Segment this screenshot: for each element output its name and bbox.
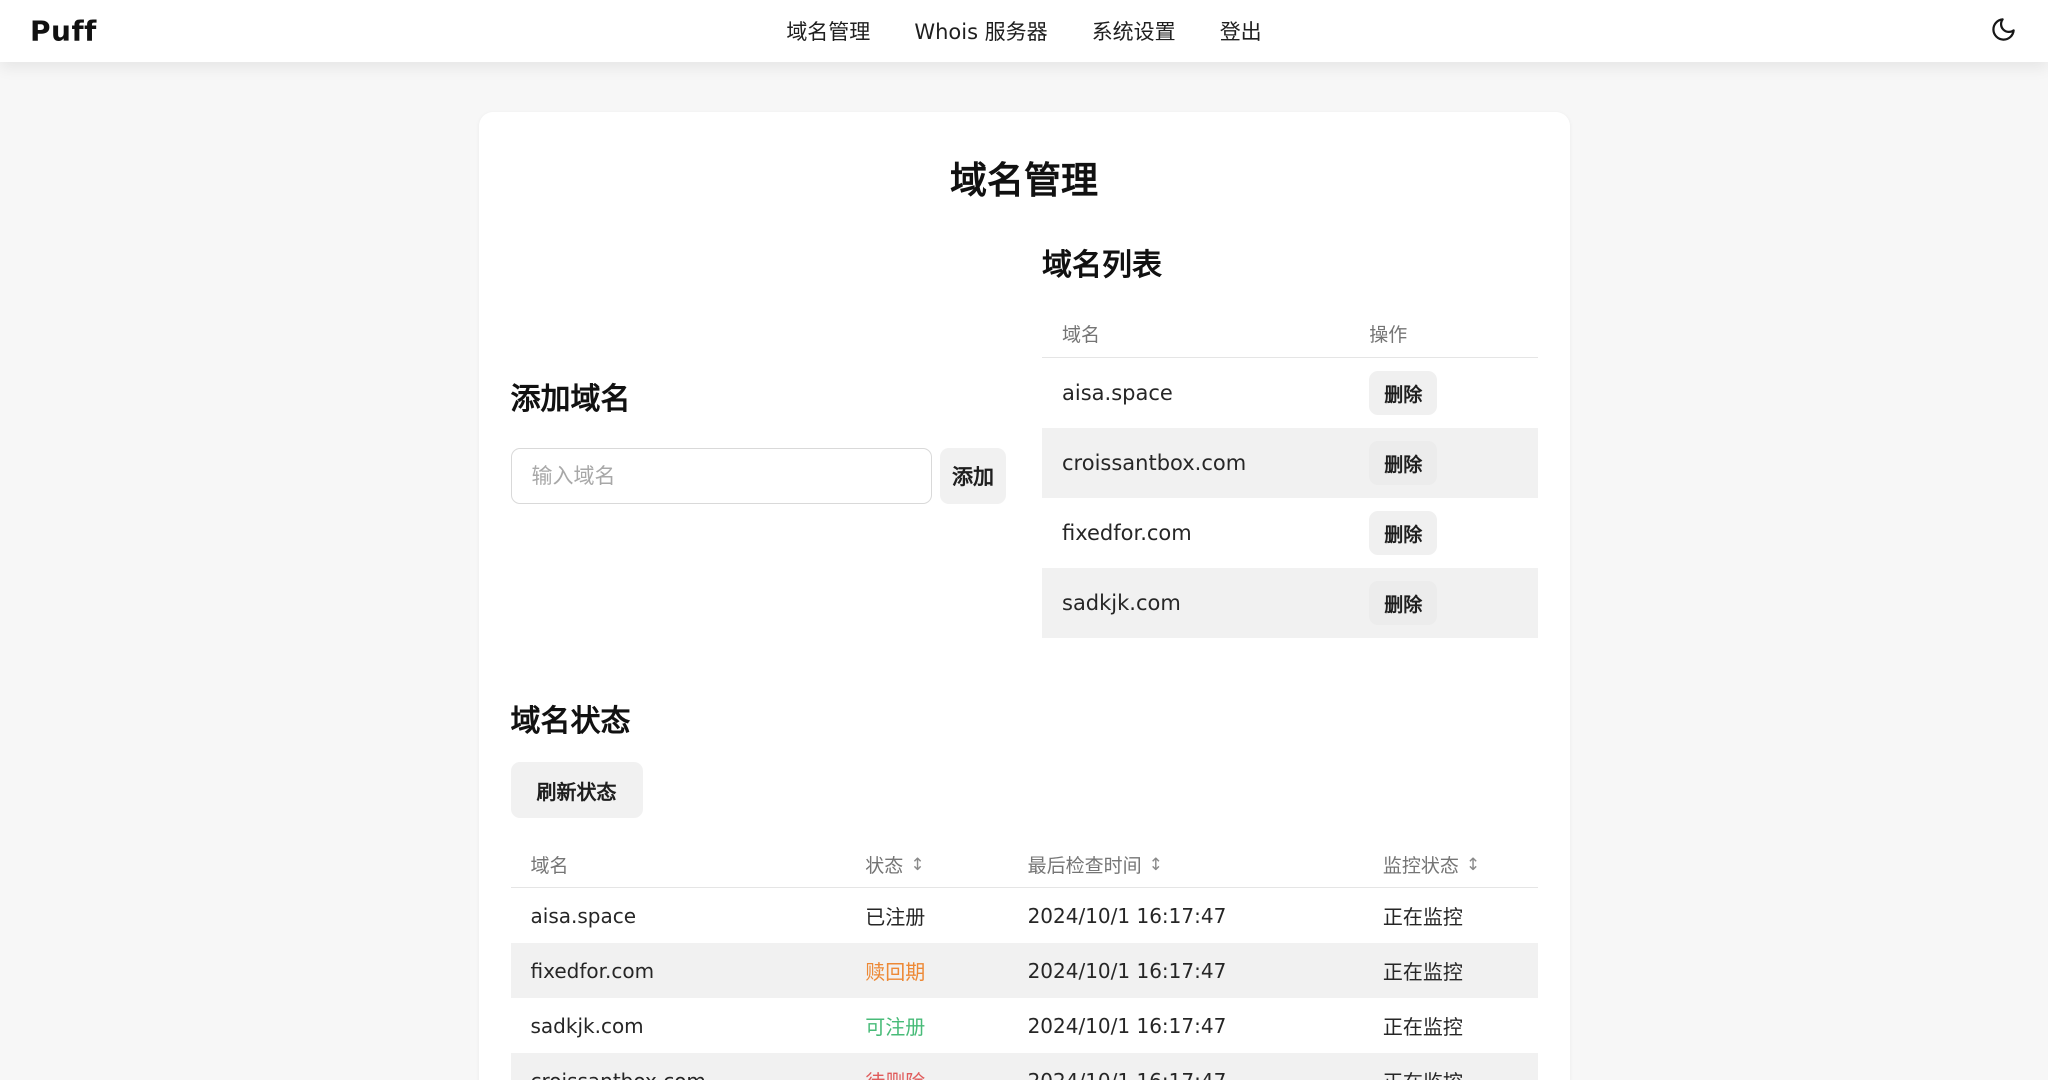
refresh-status-button[interactable]: 刷新状态: [510, 762, 643, 818]
table-row: fixedfor.com 赎回期 2024/10/1 16:17:47 正在监控: [510, 943, 1538, 998]
last-checked-time: 2024/10/1 16:17:47: [1027, 1013, 1227, 1038]
table-row: aisa.space 删除: [1042, 358, 1538, 428]
domain-list-section: 域名列表 域名 操作 aisa.space 删除 croissantbox.co…: [1042, 240, 1538, 638]
domain-name: fixedfor.com: [1062, 521, 1192, 545]
status-badge: 待删除: [845, 1066, 1007, 1080]
column-header-monitor[interactable]: 监控状态 ↕: [1363, 851, 1538, 878]
table-row: fixedfor.com 删除: [1042, 498, 1538, 568]
last-checked-time: 2024/10/1 16:17:47: [1008, 1069, 1363, 1080]
domain-name: aisa.space: [530, 903, 637, 928]
status-badge: 已注册: [865, 905, 926, 929]
domain-list-table-header: 域名 操作: [1042, 310, 1538, 358]
domain-status-section: 域名状态 刷新状态 域名 状态 ↕ 最后检查时间 ↕ 监控状态 ↕ aisa.s…: [510, 696, 1538, 1080]
monitor-status: 正在监控: [1382, 905, 1463, 929]
theme-toggle-button[interactable]: [1986, 14, 2020, 48]
column-header-domain: 域名: [530, 855, 569, 877]
monitor-status: 正在监控: [1382, 1015, 1463, 1039]
delete-button[interactable]: 删除: [1369, 511, 1438, 555]
column-header-action: 操作: [1369, 324, 1408, 346]
domain-name: aisa.space: [1062, 381, 1173, 405]
moon-icon: [1990, 16, 2017, 46]
last-checked-time: 2024/10/1 16:17:47: [1027, 903, 1227, 928]
nav-item-system-settings[interactable]: 系统设置: [1092, 16, 1176, 46]
domain-name: croissantbox.com: [511, 1069, 846, 1080]
table-row: sadkjk.com 可注册 2024/10/1 16:17:47 正在监控: [511, 998, 1538, 1053]
table-row: croissantbox.com 删除: [1042, 428, 1538, 498]
sort-icon: ↕: [1148, 854, 1163, 875]
column-header-last-checked[interactable]: 最后检查时间 ↕: [1008, 851, 1363, 878]
monitor-status: 正在监控: [1382, 960, 1463, 984]
nav-item-domain-management[interactable]: 域名管理: [786, 16, 870, 46]
page-title: 域名管理: [950, 159, 1098, 202]
sort-icon: ↕: [910, 854, 925, 875]
nav-item-whois-servers[interactable]: Whois 服务器: [914, 16, 1047, 46]
table-row: croissantbox.com 待删除 2024/10/1 16:17:47 …: [510, 1053, 1538, 1080]
domain-status-table: 域名 状态 ↕ 最后检查时间 ↕ 监控状态 ↕ aisa.space 已注册 2…: [510, 842, 1538, 1080]
main-card: 域名管理 添加域名 添加 域名列表 域名 操作 aisa.space 删除: [478, 112, 1570, 1080]
table-row: aisa.space 已注册 2024/10/1 16:17:47 正在监控: [511, 888, 1538, 943]
add-domain-heading: 添加域名: [510, 382, 631, 417]
delete-button[interactable]: 删除: [1369, 371, 1438, 415]
last-checked-time: 2024/10/1 16:17:47: [1027, 958, 1227, 983]
column-header-status[interactable]: 状态 ↕: [845, 851, 1007, 878]
domain-name: sadkjk.com: [1062, 591, 1181, 615]
domain-status-heading: 域名状态: [510, 704, 631, 739]
delete-button[interactable]: 删除: [1369, 581, 1438, 625]
domain-name: sadkjk.com: [530, 1013, 644, 1038]
brand-logo[interactable]: Puff: [30, 15, 97, 48]
domain-name: croissantbox.com: [1062, 451, 1247, 475]
add-domain-form: 添加: [510, 448, 1006, 504]
sort-icon: ↕: [1465, 854, 1481, 875]
table-row: sadkjk.com 删除: [1042, 568, 1538, 638]
column-header-domain: 域名: [1062, 324, 1101, 346]
domain-input[interactable]: [510, 448, 932, 504]
monitor-status: 正在监控: [1363, 1066, 1538, 1080]
top-navbar: Puff 域名管理 Whois 服务器 系统设置 登出: [0, 0, 2048, 62]
domain-status-table-header: 域名 状态 ↕ 最后检查时间 ↕ 监控状态 ↕: [510, 842, 1538, 888]
domain-name: fixedfor.com: [530, 958, 655, 983]
status-badge: 赎回期: [865, 960, 926, 984]
nav-item-logout[interactable]: 登出: [1220, 16, 1262, 46]
domain-list-heading: 域名列表: [1042, 248, 1162, 283]
top-grid: 添加域名 添加 域名列表 域名 操作 aisa.space 删除: [510, 240, 1538, 638]
main-nav: 域名管理 Whois 服务器 系统设置 登出: [786, 16, 1261, 46]
delete-button[interactable]: 删除: [1369, 441, 1438, 485]
domain-list-table: 域名 操作 aisa.space 删除 croissantbox.com 删除: [1042, 310, 1538, 638]
add-domain-section: 添加域名 添加: [510, 240, 1006, 638]
add-button[interactable]: 添加: [940, 448, 1006, 504]
status-badge: 可注册: [865, 1015, 926, 1039]
